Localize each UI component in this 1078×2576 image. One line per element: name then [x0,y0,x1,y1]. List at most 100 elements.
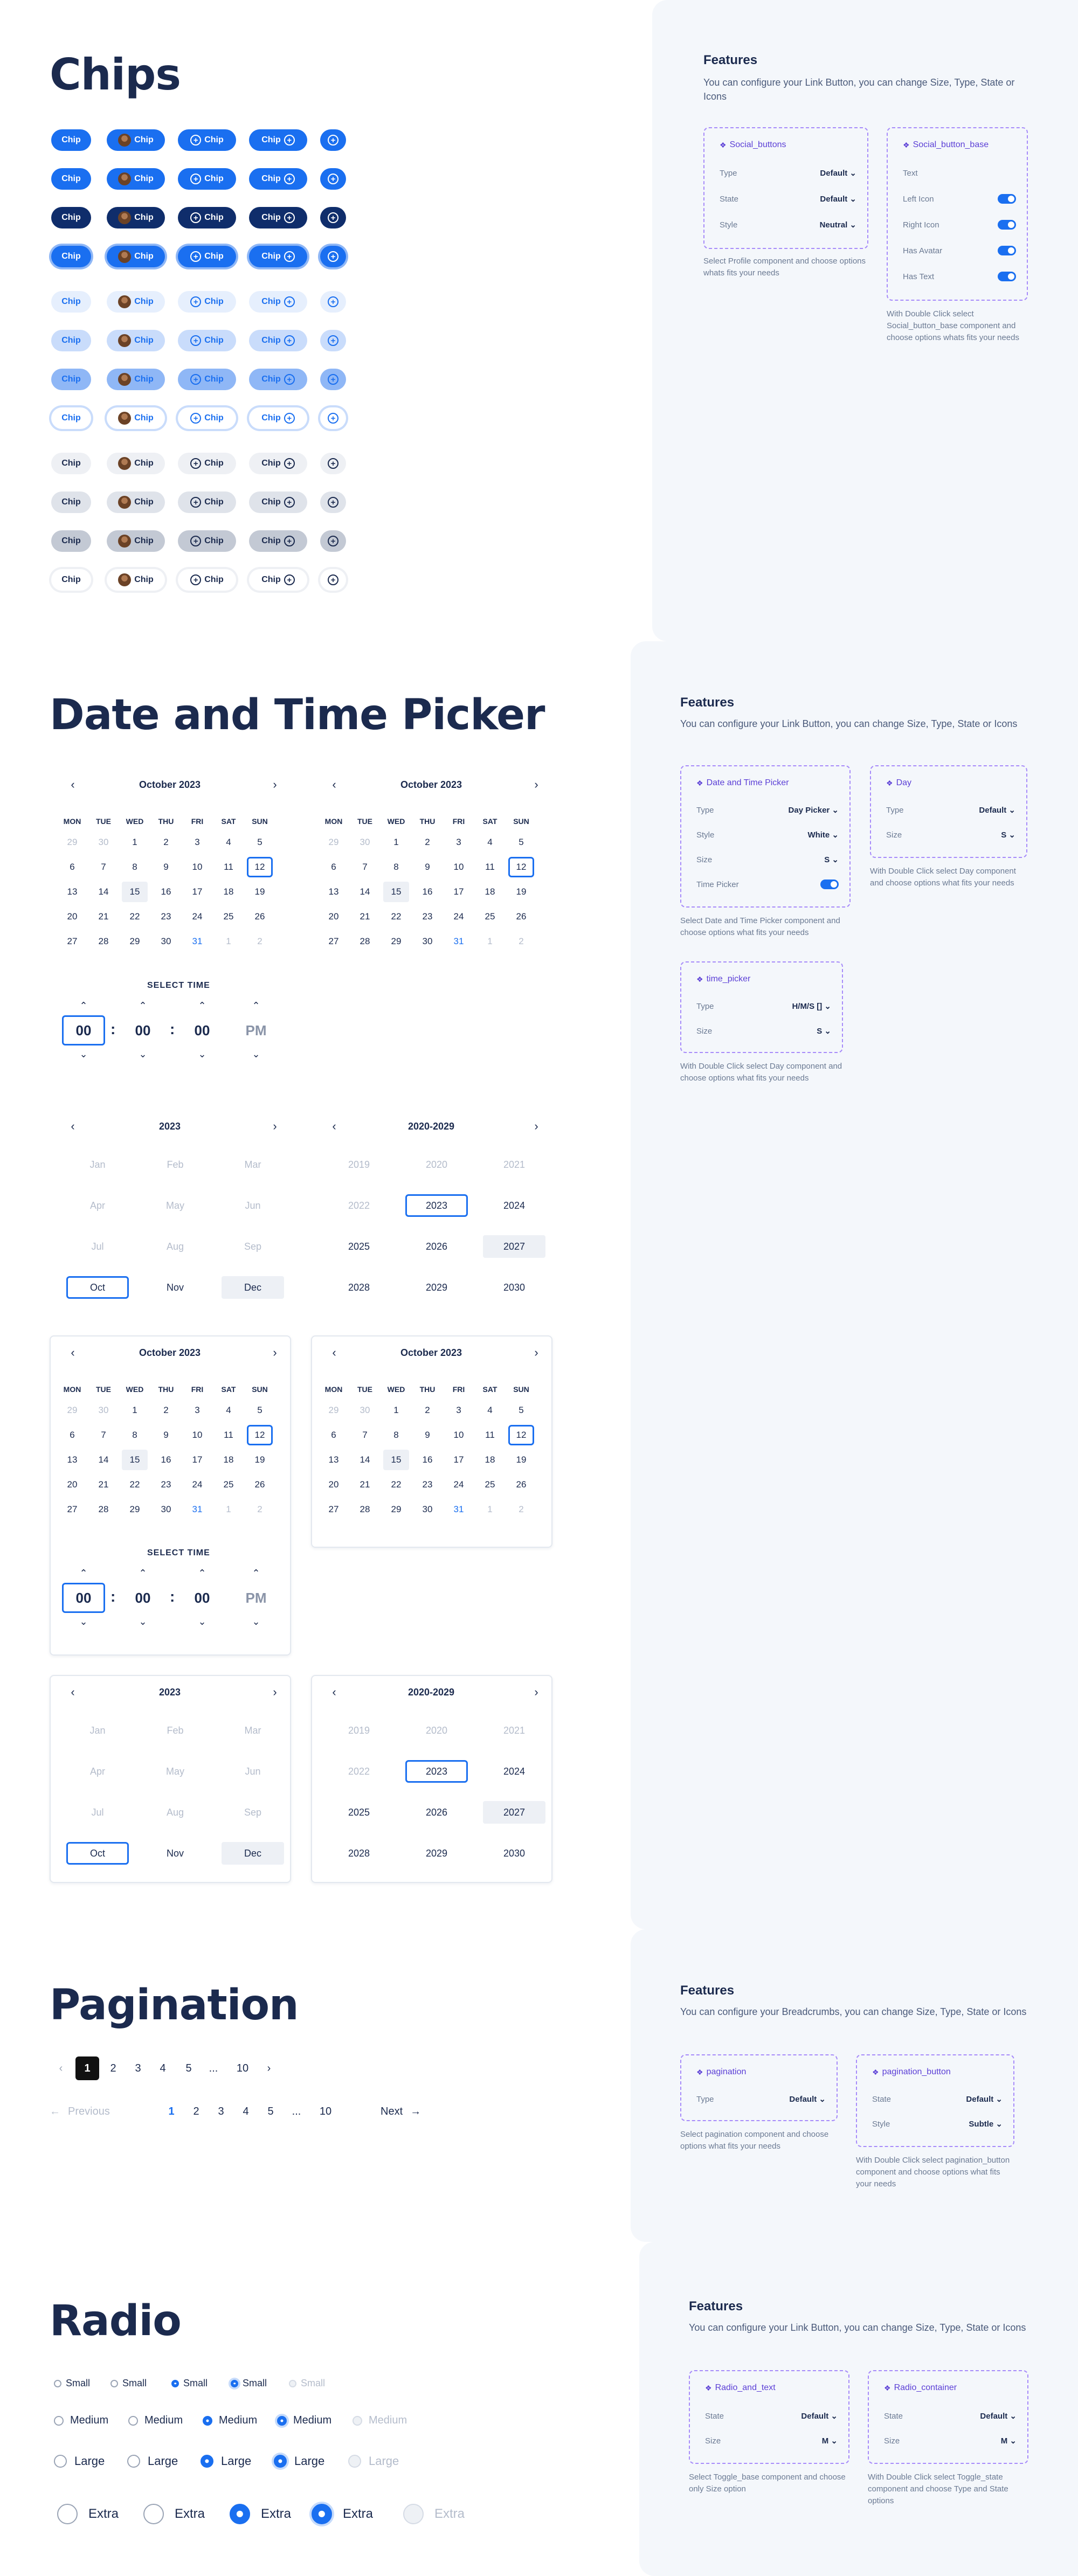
chip[interactable]: Chip + [249,407,307,429]
chevron-up-icon[interactable]: ⌃ [121,1000,164,1012]
chevron-right-icon[interactable]: › [260,2056,278,2080]
page-button[interactable]: 3 [126,2056,150,2080]
day-cell[interactable]: 1 [216,931,241,952]
day-cell[interactable]: 29 [321,1400,347,1421]
day-cell[interactable]: 30 [414,931,440,952]
grid-cell[interactable]: Aug [144,1801,206,1824]
day-cell[interactable]: 1 [477,1499,503,1520]
chip-icon-only[interactable]: + [320,129,346,151]
page-button[interactable]: 1 [75,2056,99,2080]
day-cell[interactable]: 25 [477,1474,503,1495]
day-cell[interactable]: 28 [91,1499,116,1520]
grid-cell[interactable]: 2030 [483,1276,545,1299]
day-cell[interactable]: 5 [247,1400,273,1421]
grid-cell[interactable]: 2025 [328,1235,390,1258]
property-row[interactable]: Size S ⌄ [696,854,839,865]
property-row[interactable]: Type Default ⌄ [696,2093,826,2105]
day-cell[interactable]: 18 [216,882,241,902]
day-cell[interactable]: 26 [247,1474,273,1495]
chip[interactable]: Chip [51,291,91,313]
ampm-field[interactable]: PM [234,1583,278,1613]
month-year-label[interactable]: October 2023 [318,774,544,795]
day-cell[interactable]: 1 [383,1400,409,1421]
page-button[interactable]: 10 [314,2100,337,2123]
day-cell[interactable]: 7 [91,1425,116,1445]
grid-cell[interactable]: 2025 [328,1801,390,1824]
grid-cell[interactable]: May [144,1194,206,1217]
property-row[interactable]: Has Avatar [903,245,1016,257]
day-cell[interactable]: 29 [383,1499,409,1520]
chip[interactable]: Chip + [249,530,307,552]
radio-circle[interactable] [57,2504,78,2524]
day-cell[interactable]: 22 [383,906,409,927]
day-cell[interactable]: 20 [59,1474,85,1495]
property-row[interactable]: Type Default ⌄ [720,167,856,179]
property-value[interactable]: S ⌄ [817,1026,831,1036]
day-cell[interactable]: 15 [383,882,409,902]
day-cell[interactable]: 13 [321,1450,347,1470]
day-cell[interactable]: 4 [216,832,241,853]
day-cell[interactable]: 18 [216,1450,241,1470]
grid-cell[interactable]: 2026 [405,1801,468,1824]
grid-cell[interactable]: 2027 [483,1235,545,1258]
day-cell[interactable]: 17 [184,882,210,902]
grid-cell[interactable]: Oct [66,1842,129,1865]
chip[interactable]: Chip [51,330,91,351]
day-cell[interactable]: 18 [477,882,503,902]
day-cell[interactable]: 29 [59,1400,85,1421]
grid-cell[interactable]: Jun [222,1194,284,1217]
page-button[interactable]: 1 [160,2100,183,2123]
day-cell[interactable]: 18 [477,1450,503,1470]
radio-circle[interactable] [231,2379,238,2387]
day-cell[interactable]: 28 [352,931,378,952]
chevron-down-icon[interactable]: ⌄ [181,1049,224,1060]
radio-option[interactable]: Large [274,2454,324,2468]
day-cell[interactable]: 21 [352,1474,378,1495]
day-cell[interactable]: 12 [247,857,273,877]
chip-icon-only[interactable]: + [320,369,346,390]
grid-cell[interactable]: Sep [222,1801,284,1824]
property-value[interactable]: Default ⌄ [801,2411,838,2421]
chevron-up-icon[interactable]: ⌃ [62,1000,105,1012]
chip-icon-only[interactable]: + [320,330,346,351]
day-cell[interactable]: 17 [446,1450,472,1470]
day-cell[interactable]: 23 [414,1474,440,1495]
chip[interactable]: Chip + [249,291,307,313]
chevron-right-icon[interactable]: › [264,1116,286,1137]
chip[interactable]: Chip + [249,369,307,390]
chip-icon-only[interactable]: + [320,291,346,313]
chip[interactable]: Chip [51,407,91,429]
property-row[interactable]: Time Picker [696,878,839,890]
day-cell[interactable]: 1 [477,931,503,952]
chevron-right-icon[interactable]: › [264,774,286,795]
grid-cell[interactable]: Aug [144,1235,206,1258]
property-row[interactable]: Size M ⌄ [705,2435,838,2447]
day-cell[interactable]: 21 [91,906,116,927]
property-value[interactable]: Default ⌄ [820,194,856,204]
day-cell[interactable]: 2 [247,931,273,952]
day-cell[interactable]: 16 [414,882,440,902]
day-cell[interactable]: 11 [477,857,503,877]
chevron-right-icon[interactable]: › [526,774,547,795]
day-cell[interactable]: 12 [508,857,534,877]
day-cell[interactable]: 30 [414,1499,440,1520]
day-cell[interactable]: 14 [352,882,378,902]
day-cell[interactable]: 3 [184,1400,210,1421]
day-cell[interactable]: 17 [446,882,472,902]
day-cell[interactable]: 25 [216,1474,241,1495]
day-cell[interactable]: 7 [352,857,378,877]
day-cell[interactable]: 15 [122,882,148,902]
chip-icon-only[interactable]: + [320,569,346,591]
day-cell[interactable]: 30 [153,931,179,952]
day-cell[interactable]: 13 [59,1450,85,1470]
chip[interactable]: Chip + [249,453,307,474]
grid-cell[interactable]: Jul [66,1801,129,1824]
chip[interactable]: Chip [51,168,91,190]
day-cell[interactable]: 8 [122,1425,148,1445]
radio-circle[interactable] [171,2379,179,2387]
chip[interactable]: Chip + [249,491,307,513]
radio-circle[interactable] [127,2455,140,2468]
chevron-up-icon[interactable]: ⌃ [121,1568,164,1579]
grid-cell[interactable]: Apr [66,1194,129,1217]
grid-cell[interactable]: Nov [144,1842,206,1865]
